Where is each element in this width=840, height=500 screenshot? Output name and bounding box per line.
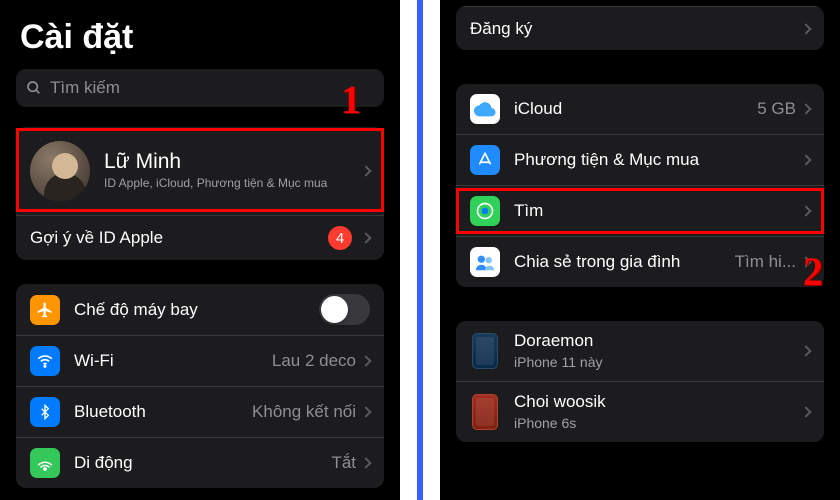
wifi-row[interactable]: Wi-Fi Lau 2 deco <box>16 336 384 387</box>
device-row[interactable]: Choi woosik iPhone 6s <box>456 382 824 442</box>
airplane-toggle[interactable] <box>319 294 370 325</box>
bluetooth-row[interactable]: Bluetooth Không kết nối <box>16 387 384 438</box>
row-label: Chế độ máy bay <box>74 300 319 320</box>
avatar <box>30 141 90 201</box>
apple-id-group: iCloud 5 GB Phương tiện & Mục mua Tìm Ch… <box>456 84 824 287</box>
appstore-icon <box>470 145 500 175</box>
suggestion-label: Gợi ý về ID Apple <box>30 228 328 248</box>
row-label: Bluetooth <box>74 402 252 422</box>
chevron-right-icon <box>800 23 811 34</box>
settings-screen-right: Đăng ký iCloud 5 GB Phương tiện & Mục mu… <box>440 0 840 500</box>
icloud-icon <box>470 94 500 124</box>
media-purchases-row[interactable]: Phương tiện & Mục mua <box>456 135 824 186</box>
family-sharing-row[interactable]: Chia sẻ trong gia đình Tìm hi... <box>456 237 824 287</box>
chevron-right-icon <box>800 407 811 418</box>
row-label: Wi-Fi <box>74 351 272 371</box>
row-label: Phương tiện & Mục mua <box>514 150 802 170</box>
search-input[interactable]: Tìm kiếm <box>16 69 384 107</box>
notification-badge: 4 <box>328 226 352 250</box>
chevron-right-icon <box>360 165 371 176</box>
connectivity-group: Chế độ máy bay Wi-Fi Lau 2 deco Bluetoot… <box>16 284 384 488</box>
chevron-right-icon <box>360 457 371 468</box>
row-detail: Không kết nối <box>252 402 356 422</box>
chevron-right-icon <box>800 154 811 165</box>
row-label: Tìm <box>514 201 802 221</box>
chevron-right-icon <box>360 406 371 417</box>
chevron-right-icon <box>800 256 811 267</box>
apple-id-suggestion-row[interactable]: Gợi ý về ID Apple 4 <box>16 216 384 260</box>
chevron-right-icon <box>360 232 371 243</box>
row-detail: Tắt <box>331 453 356 473</box>
page-title: Cài đặt <box>0 0 400 69</box>
profile-name: Lữ Minh <box>104 150 362 174</box>
profile-group: Lữ Minh ID Apple, iCloud, Phương tiện & … <box>16 127 384 260</box>
row-detail: Tìm hi... <box>735 252 796 272</box>
find-my-row[interactable]: Tìm <box>456 186 824 237</box>
row-detail: 5 GB <box>757 99 796 119</box>
row-label: Chia sẻ trong gia đình <box>514 252 735 272</box>
cellular-row[interactable]: Di động Tắt <box>16 438 384 488</box>
cellular-icon <box>30 448 60 478</box>
findmy-icon <box>470 196 500 226</box>
device-name: Choi woosik <box>514 392 802 412</box>
device-name: Doraemon <box>514 331 802 351</box>
chevron-right-icon <box>800 205 811 216</box>
device-thumbnail-icon <box>472 333 498 369</box>
icloud-row[interactable]: iCloud 5 GB <box>456 84 824 135</box>
search-placeholder: Tìm kiếm <box>50 78 120 98</box>
row-detail: Lau 2 deco <box>272 351 356 371</box>
airplane-mode-row[interactable]: Chế độ máy bay <box>16 284 384 336</box>
device-row[interactable]: Doraemon iPhone 11 này <box>456 321 824 382</box>
airplane-icon <box>30 295 60 325</box>
wifi-icon <box>30 346 60 376</box>
signup-row[interactable]: Đăng ký <box>456 6 824 50</box>
chevron-right-icon <box>800 103 811 114</box>
signup-group: Đăng ký <box>456 6 824 50</box>
settings-screen-left: Cài đặt Tìm kiếm Lữ Minh ID Apple, iClou… <box>0 0 400 500</box>
row-label: Đăng ký <box>470 19 802 39</box>
bluetooth-icon <box>30 397 60 427</box>
device-thumbnail-icon <box>472 394 498 430</box>
search-icon <box>26 80 42 96</box>
screen-divider <box>400 0 440 500</box>
profile-row[interactable]: Lữ Minh ID Apple, iCloud, Phương tiện & … <box>16 127 384 216</box>
row-label: iCloud <box>514 99 757 119</box>
row-label: Di động <box>74 453 331 473</box>
chevron-right-icon <box>800 345 811 356</box>
family-icon <box>470 247 500 277</box>
profile-sub: ID Apple, iCloud, Phương tiện & Mục mua <box>104 176 362 192</box>
device-sub: iPhone 6s <box>514 414 802 432</box>
device-sub: iPhone 11 này <box>514 353 802 371</box>
chevron-right-icon <box>360 355 371 366</box>
devices-group: Doraemon iPhone 11 này Choi woosik iPhon… <box>456 321 824 442</box>
